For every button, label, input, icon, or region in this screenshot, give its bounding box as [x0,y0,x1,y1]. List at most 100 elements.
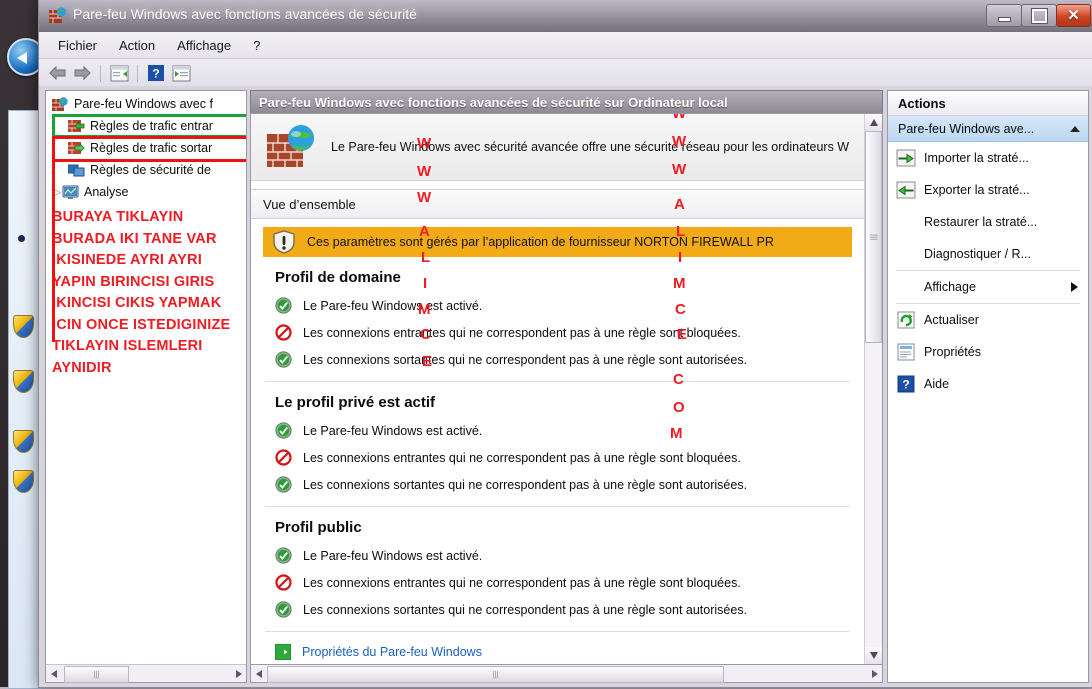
check-icon [275,297,292,314]
menu-affichage[interactable]: Affichage [166,35,242,56]
action-diagnose-repair[interactable]: Diagnostiquer / R... [888,238,1088,270]
action-help[interactable]: ? Aide [888,368,1088,400]
monitoring-icon [62,185,79,200]
firewall-globe-icon [265,124,317,170]
profile-row: Les connexions entrantes qui ne correspo… [275,569,852,596]
menu-action[interactable]: Action [108,35,166,56]
title-bar[interactable]: Pare-feu Windows avec fonctions avancées… [39,0,1092,32]
scroll-left-icon[interactable] [46,666,62,681]
maximize-button[interactable] [1021,4,1057,27]
bullet-icon [18,235,25,242]
action-label: Diagnostiquer / R... [924,247,1031,261]
divider [265,506,850,507]
action-properties[interactable]: Propriétés [888,336,1088,368]
check-icon [275,476,292,493]
center-horizontal-scrollbar[interactable]: ||| [250,665,883,683]
scroll-down-icon[interactable] [865,647,882,664]
connection-security-icon [68,163,85,178]
tree-item-connection-security-rules[interactable]: Règles de sécurité de [46,159,246,181]
scroll-right-icon[interactable] [866,666,882,681]
action-label: Actualiser [924,313,979,327]
check-icon [275,351,292,368]
profile-row-text: Le Pare-feu Windows est activé. [303,424,482,438]
annotation-line: ICIN ONCE ISTEDIGINIZE [52,315,246,337]
profile-heading: Profil de domaine [275,269,852,286]
back-arrow-icon[interactable] [46,63,68,83]
annotation-text-block: BURAYA TIKLAYIN BURADA IKI TANE VAR IKIS… [46,203,246,379]
show-hide-tree-icon[interactable] [108,63,130,83]
help-icon: ? [896,375,916,393]
profile-heading: Le profil privé est actif [275,394,852,411]
scroll-up-icon[interactable] [865,114,882,131]
profile-row: Le Pare-feu Windows est activé. [275,417,852,444]
menu-fichier[interactable]: Fichier [47,35,108,56]
console-tree: Pare-feu Windows avec f Règles de trafic… [46,91,246,664]
window-title: Pare-feu Windows avec fonctions avancées… [73,6,417,22]
action-refresh[interactable]: Actualiser [888,304,1088,336]
center-content-wrapper: Le Pare-feu Windows avec sécurité avancé… [250,113,883,665]
blocked-icon [275,449,292,466]
spacer [896,213,916,231]
provider-warning-bar: Ces paramètres sont gérés par l’applicat… [263,227,852,257]
annotation-line: IKISINEDE AYRI AYRI [52,250,246,272]
close-icon: ✕ [1067,8,1080,23]
profile-row-text: Les connexions entrantes qui ne correspo… [303,576,741,590]
profile-row-text: Le Pare-feu Windows est activé. [303,299,482,313]
annotation-line: AYNIDIR [52,358,246,380]
chevron-right-icon[interactable] [1071,282,1078,292]
profile-row-text: Les connexions entrantes qui ne correspo… [303,326,741,340]
menu-bar: Fichier Action Affichage ? [39,32,1092,59]
scroll-thumb[interactable]: ||| [267,666,724,683]
chevron-up-icon[interactable] [1070,126,1080,132]
profile-row: Les connexions sortantes qui ne correspo… [275,596,852,623]
action-import-policy[interactable]: Importer la straté... [888,142,1088,174]
actions-group-header[interactable]: Pare-feu Windows ave... [888,116,1088,142]
scroll-left-icon[interactable] [251,666,267,681]
desktop-background: Pare-feu Windows avec fonctions avancées… [0,0,1092,687]
show-hide-actions-icon[interactable] [170,63,192,83]
center-vertical-scrollbar[interactable]: ||| [864,114,882,664]
annotation-line: BURADA IKI TANE VAR [52,229,246,251]
forward-arrow-icon[interactable] [71,63,93,83]
action-restore-policy[interactable]: Restaurer la straté... [888,206,1088,238]
scroll-right-icon[interactable] [230,666,246,681]
tree-item-monitoring[interactable]: ▷ Analyse [46,181,246,203]
profile-row: Les connexions sortantes qui ne correspo… [275,471,852,498]
help-icon[interactable]: ? [145,63,167,83]
console-tree-pane: Pare-feu Windows avec f Règles de trafic… [45,90,247,683]
intro-banner-text: Le Pare-feu Windows avec sécurité avancé… [331,140,849,154]
profile-row: Les connexions entrantes qui ne correspo… [275,444,852,471]
tree-item-root[interactable]: Pare-feu Windows avec f [46,93,246,115]
tree-horizontal-scrollbar[interactable]: ||| [46,664,246,682]
profile-section-private: Le profil privé est actif Le Pare-feu Wi… [251,394,864,498]
watermark-letter: C [673,372,684,387]
tree-item-label: Pare-feu Windows avec f [74,97,213,111]
profile-row-text: Les connexions entrantes qui ne correspo… [303,451,741,465]
profile-section-domain: Profil de domaine Le Pare-feu Windows es… [251,269,864,373]
menu-help[interactable]: ? [242,35,271,56]
scroll-track[interactable]: ||| [267,666,866,681]
grip-icon: ||| [93,671,99,679]
scroll-thumb[interactable]: ||| [64,666,129,683]
scroll-track[interactable]: ||| [62,666,230,681]
actions-pane: Actions Pare-feu Windows ave... Importer… [887,90,1089,683]
minimize-button[interactable] [986,4,1022,27]
svg-text:?: ? [902,378,909,392]
overview-header: Vue d’ensemble [251,189,864,219]
toolbar-separator [100,65,101,82]
action-label: Aide [924,377,949,391]
firewall-properties-link-row[interactable]: Propriétés du Pare-feu Windows [275,644,864,660]
profile-section-public: Profil public Le Pare-feu Windows est ac… [251,519,864,623]
action-export-policy[interactable]: Exporter la straté... [888,174,1088,206]
profile-row: Le Pare-feu Windows est activé. [275,292,852,319]
profile-row: Les connexions sortantes qui ne correspo… [275,346,852,373]
divider [265,631,850,632]
scroll-thumb[interactable]: ||| [865,131,882,343]
firewall-properties-link[interactable]: Propriétés du Pare-feu Windows [302,645,482,659]
action-view[interactable]: Affichage [888,271,1088,303]
firewall-window: Pare-feu Windows avec fonctions avancées… [38,0,1092,688]
spacer [896,245,916,263]
close-button[interactable]: ✕ [1056,4,1091,27]
profile-row-text: Les connexions sortantes qui ne correspo… [303,603,747,617]
toolbar: ? [39,59,1092,88]
